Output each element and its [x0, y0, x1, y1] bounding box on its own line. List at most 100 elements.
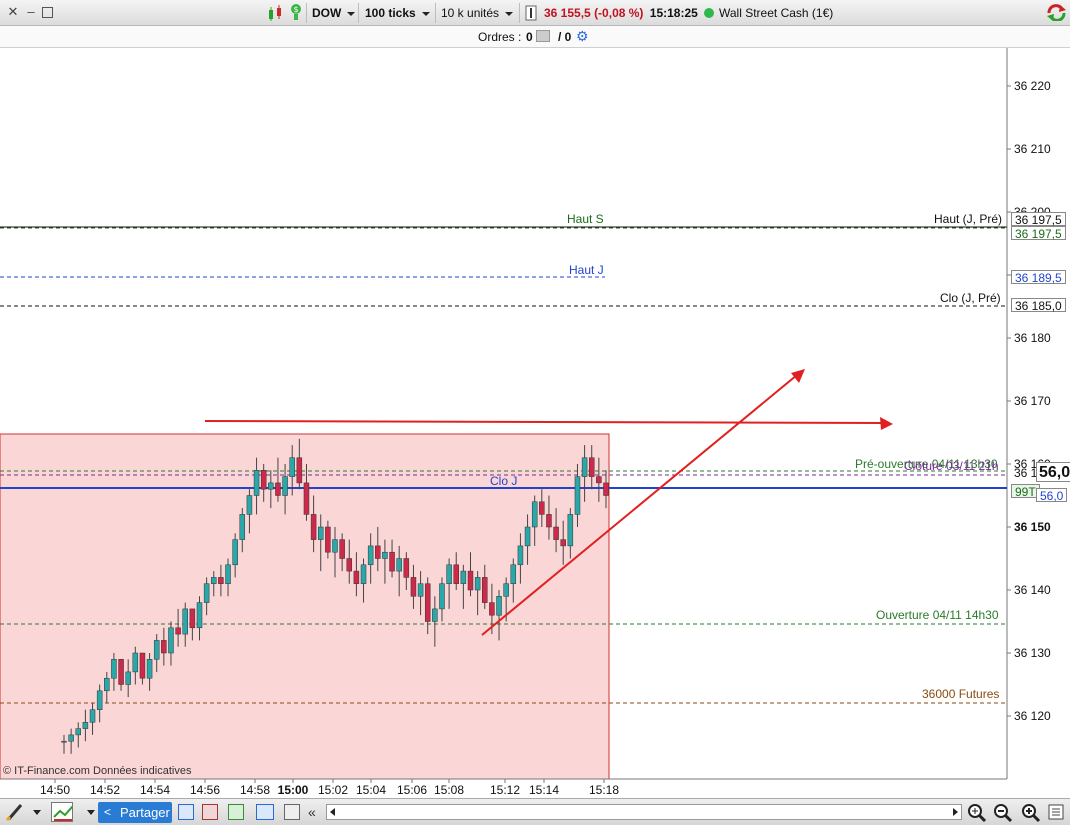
compare-icon[interactable]: [228, 804, 244, 820]
y-tick-label: 36 170: [1014, 394, 1051, 408]
trading-app: ✕ – $ DOW 100 ticks 10 k unités 36 155,5: [0, 0, 1070, 825]
price-tag-haut-j-pre: 36 197,5: [1011, 212, 1066, 227]
candle-body: [567, 514, 574, 547]
x-tick-label: 15:14: [529, 783, 559, 797]
x-tick-label: 14:56: [190, 783, 220, 797]
candle-body: [396, 558, 402, 572]
candle-body: [467, 570, 474, 591]
refresh-quote-icon[interactable]: [1046, 3, 1068, 21]
candle-body: [303, 482, 310, 515]
candle-body: [389, 551, 395, 572]
candle-body: [382, 551, 388, 559]
instrument-selector[interactable]: DOW: [312, 4, 356, 22]
x-tick-label: 15:12: [490, 783, 520, 797]
maximize-icon[interactable]: [42, 7, 53, 18]
candle-body: [474, 577, 481, 591]
candle-body: [246, 495, 253, 515]
candle-body: [296, 457, 303, 484]
screenshot-icon[interactable]: [256, 804, 274, 820]
candle-body: [560, 539, 566, 547]
chart-canvas[interactable]: 36 22036 21036 20036 19036 18036 17036 1…: [0, 48, 1070, 798]
candle-body: [253, 470, 260, 496]
candle-body: [460, 570, 467, 584]
candle-body: [603, 482, 609, 496]
ticks-selector[interactable]: 100 ticks: [365, 4, 430, 22]
indicator-chart-icon[interactable]: [51, 802, 73, 822]
cancel-orders-icon[interactable]: [536, 30, 550, 42]
x-tick-label: 14:54: [140, 783, 170, 797]
share-label: Partager: [120, 805, 170, 820]
candle-body: [75, 728, 82, 736]
tools-icon[interactable]: [284, 804, 300, 820]
candle-body: [496, 596, 502, 616]
orders-count-b: / 0: [558, 30, 572, 44]
units-label: 10 k unités: [441, 6, 500, 20]
candle-body: [581, 457, 588, 477]
window-layout-icon[interactable]: [178, 804, 194, 820]
candle-body: [546, 514, 552, 528]
share-button[interactable]: < Partager: [98, 802, 172, 823]
candle-body: [132, 652, 139, 673]
candle-body: [553, 526, 559, 540]
chevron-down-icon[interactable]: [87, 810, 95, 815]
x-tick-label: 14:52: [90, 783, 120, 797]
level-label-haut-j: Haut J: [569, 263, 604, 277]
minimize-icon[interactable]: –: [24, 5, 38, 19]
units-selector[interactable]: 10 k unités: [441, 4, 514, 22]
copyright-notice: © IT-Finance.com Données indicatives: [3, 765, 192, 777]
pencil-draw-icon[interactable]: [5, 802, 27, 822]
candle-body: [317, 526, 324, 540]
candle-body: [332, 539, 338, 553]
candle-body: [118, 659, 124, 685]
orders-label: Ordres :: [478, 30, 522, 44]
candle-body: [232, 539, 238, 566]
candle-body: [153, 640, 160, 660]
candle-body: [310, 514, 317, 540]
toolbar-separator: [358, 3, 359, 23]
candle-body: [96, 690, 103, 710]
chevron-down-icon: [505, 11, 514, 16]
candlestick-chart-icon[interactable]: [266, 3, 286, 21]
zoom-fit-icon[interactable]: [966, 802, 988, 822]
price-tag-haut-s: 36 197,5: [1011, 226, 1066, 241]
chart-settings-icon[interactable]: [1046, 802, 1068, 822]
candle-body: [417, 583, 424, 597]
candle-body: [125, 671, 131, 685]
candle-body: [225, 564, 231, 584]
candle-body: [282, 476, 288, 496]
scroll-right-icon[interactable]: [953, 808, 958, 816]
current-price-tag: 56,0: [1036, 462, 1070, 482]
level-label-ouverture: Ouverture 04/11 14h30: [876, 608, 999, 622]
candle-body: [189, 608, 196, 629]
ticks-label: 100 ticks: [365, 6, 416, 20]
instrument-label: DOW: [312, 6, 342, 20]
candle-body: [146, 659, 153, 679]
top-toolbar: ✕ – $ DOW 100 ticks 10 k unités 36 155,5: [0, 0, 1070, 26]
price-chart[interactable]: 36 22036 21036 20036 19036 18036 17036 1…: [0, 48, 1070, 798]
print-icon[interactable]: [202, 804, 218, 820]
close-icon[interactable]: ✕: [6, 5, 20, 19]
zoom-out-icon[interactable]: [992, 802, 1014, 822]
bottom-toolbar: < Partager «: [0, 798, 1070, 825]
candle-body: [482, 577, 488, 603]
zoom-in-icon[interactable]: [1020, 802, 1042, 822]
candle-body: [596, 476, 602, 484]
info-bar-icon[interactable]: [525, 5, 537, 23]
collapse-toolbar-button[interactable]: «: [308, 804, 316, 820]
candle-body: [182, 608, 188, 635]
candle-body: [432, 608, 438, 622]
candle-body: [531, 501, 538, 528]
scroll-left-icon[interactable]: [330, 808, 335, 816]
candle-body: [89, 709, 96, 723]
candle-body: [211, 577, 217, 584]
order-settings-icon[interactable]: ⚙: [576, 28, 589, 45]
y-tick-label: 36 130: [1014, 646, 1051, 660]
alert-thermometer-icon[interactable]: $: [288, 2, 304, 20]
chart-scrollbar[interactable]: [326, 804, 962, 820]
level-label-clo-j: Clo J: [490, 474, 518, 488]
candle-body: [439, 583, 445, 610]
chevron-down-icon[interactable]: [33, 810, 41, 815]
toolbar-separator: [435, 3, 436, 23]
candle-body: [539, 501, 545, 515]
candle-body: [588, 457, 595, 477]
